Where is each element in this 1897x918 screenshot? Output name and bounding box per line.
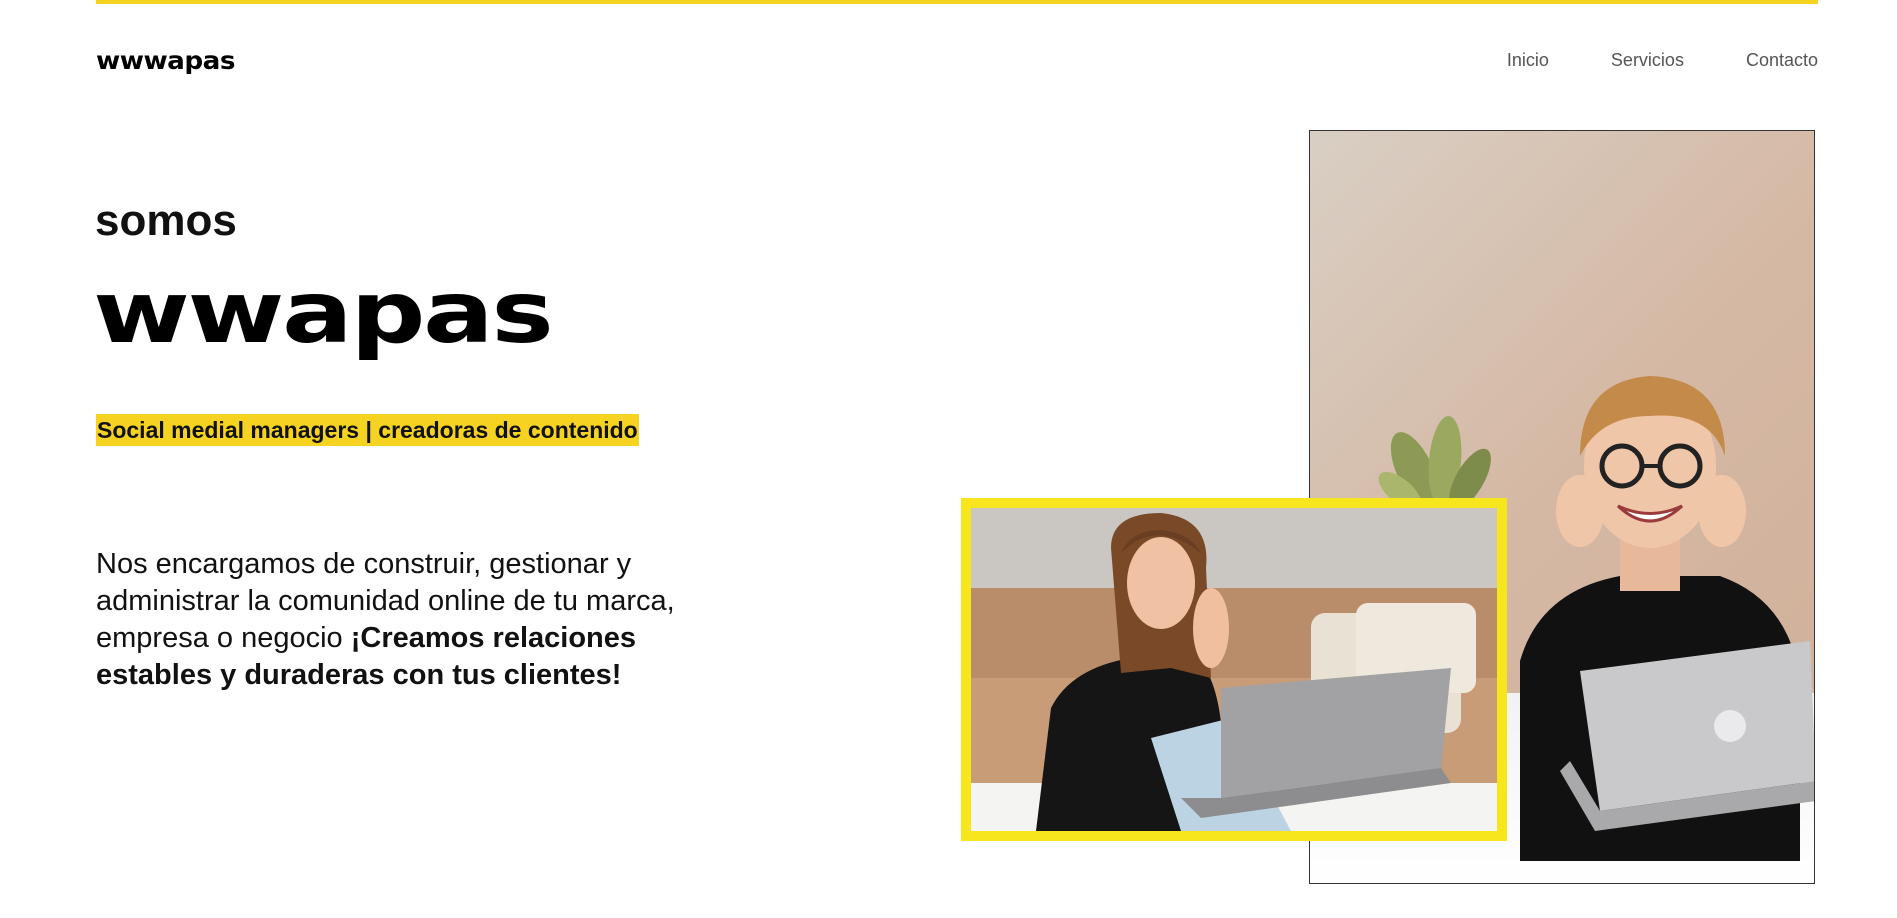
plant-illustration [1378, 416, 1491, 511]
hero-small-photo [961, 498, 1507, 841]
nav-link-inicio[interactable]: Inicio [1507, 50, 1549, 71]
top-accent-bar [96, 0, 1818, 4]
hero-brand-title: wwapas [93, 263, 554, 363]
laptop-illustration [1560, 641, 1814, 831]
nav-link-servicios[interactable]: Servicios [1611, 50, 1684, 71]
hero-eyebrow: somos [95, 196, 237, 245]
main-nav: Inicio Servicios Contacto [1507, 50, 1818, 71]
woman-laptop-illustration [971, 508, 1497, 831]
nav-link-contacto[interactable]: Contacto [1746, 50, 1818, 71]
site-logo[interactable]: wwwapas [96, 46, 235, 75]
hero-tagline: Social medial managers | creadoras de co… [96, 414, 639, 446]
hero-description: Nos encargamos de construir, gestionar y… [96, 546, 676, 694]
